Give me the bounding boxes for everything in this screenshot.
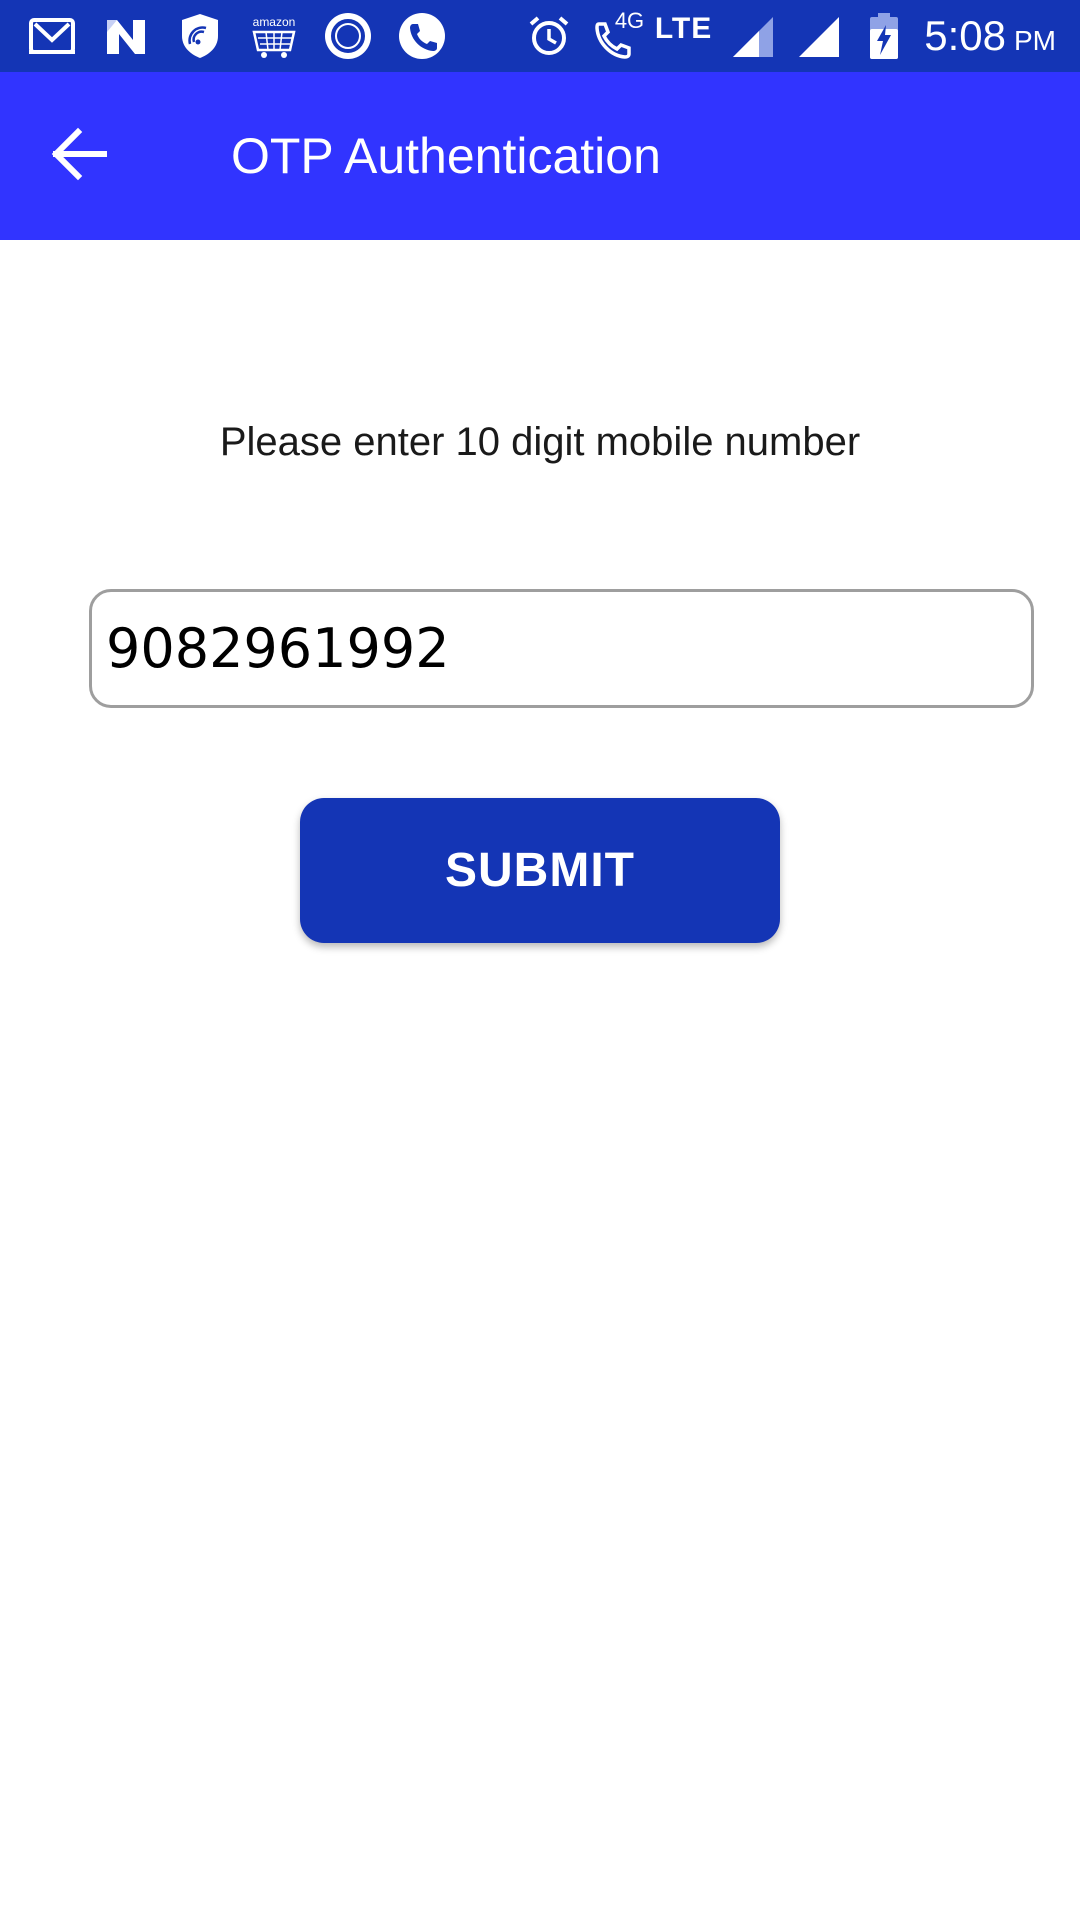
- status-bar: amazon 4G LTE 5:08 PM: [0, 0, 1080, 72]
- circle-app-icon: [322, 10, 374, 62]
- back-button[interactable]: [44, 120, 116, 192]
- clock-time: 5:08: [924, 12, 1006, 59]
- phone-app-icon: [396, 10, 448, 62]
- status-clock: 5:08 PM: [924, 12, 1056, 60]
- alarm-icon: [523, 10, 575, 62]
- otp-authentication-screen: amazon 4G LTE 5:08 PM OTP Authentication…: [0, 0, 1080, 1920]
- clock-ampm: PM: [1014, 25, 1056, 56]
- page-title: OTP Authentication: [231, 128, 661, 184]
- shield-wifi-icon: [174, 10, 226, 62]
- app-bar: OTP Authentication: [0, 72, 1080, 240]
- n-app-icon: [100, 10, 152, 62]
- call-4g-label: 4G: [614, 8, 645, 33]
- amazon-cart-icon: amazon: [248, 10, 300, 62]
- signal-sim1-icon: [726, 10, 778, 62]
- signal-sim2-icon: [792, 10, 844, 62]
- wifi-call-icon: 4G: [589, 8, 645, 62]
- mobile-number-input[interactable]: [89, 589, 1034, 708]
- arrow-left-icon: [50, 127, 110, 186]
- submit-button[interactable]: SUBMIT: [300, 798, 780, 943]
- battery-charging-icon: [858, 10, 910, 62]
- network-type-label: LTE: [654, 12, 713, 45]
- system-icons: 4G LTE 5:08 PM: [523, 8, 1056, 64]
- notification-icons: amazon: [26, 10, 448, 62]
- mobile-number-instruction: Please enter 10 digit mobile number: [219, 420, 861, 464]
- gmail-icon: [26, 10, 78, 62]
- amazon-text: amazon: [253, 15, 296, 29]
